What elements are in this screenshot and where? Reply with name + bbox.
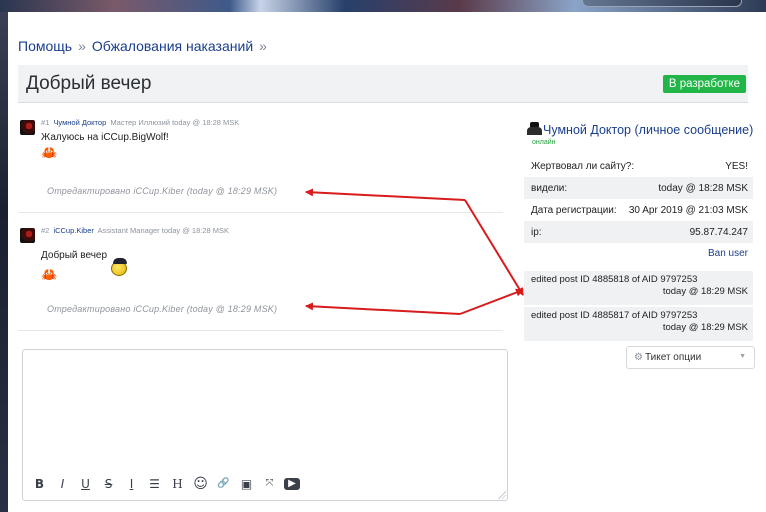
breadcrumb-appeals[interactable]: Обжалования наказаний: [92, 38, 253, 54]
list-icon[interactable]: ☰: [146, 476, 163, 492]
profile-name-link[interactable]: Чумной Доктор: [543, 123, 631, 137]
log-time: today @ 18:29 MSK: [662, 286, 748, 297]
collapse-icon[interactable]: ⤧: [261, 476, 278, 492]
strikethrough-icon[interactable]: S: [100, 476, 117, 492]
breadcrumb: Помощь » Обжалования наказаний »: [18, 38, 273, 54]
ticket-options-select[interactable]: ⚙ Тикет опции ▼: [626, 346, 755, 369]
breadcrumb-help[interactable]: Помощь: [18, 38, 72, 54]
edited-note: Отредактировано iCCup.Kiber (today @ 18:…: [47, 186, 278, 196]
banner-search-box[interactable]: [582, 0, 742, 7]
post-divider: [18, 330, 503, 331]
post-1: #1 Чумной Доктор Мастер Иллюзий today @ …: [18, 118, 503, 208]
ticket-options-label: Тикет опции: [644, 352, 702, 363]
post-time: today @ 18:28 MSK: [172, 118, 240, 127]
info-row-ip: ip: 95.87.74.247: [524, 221, 753, 243]
info-label: Дата регистрации:: [531, 204, 617, 216]
avatar[interactable]: [20, 120, 35, 135]
crab-emoji-icon: 🦀: [41, 145, 58, 160]
reply-editor[interactable]: B I U S I ☰ H ☺ 🔗 ▣ ⤧ ▶: [22, 349, 508, 501]
italic-icon[interactable]: I: [54, 476, 71, 492]
underline-icon[interactable]: U: [77, 476, 94, 492]
image-icon[interactable]: ▣: [238, 476, 255, 492]
editor-toolbar: B I U S I ☰ H ☺ 🔗 ▣ ⤧ ▶: [31, 476, 300, 492]
post-author-link[interactable]: iCCup.Kiber: [53, 226, 93, 235]
chevron-down-icon: ▼: [739, 353, 746, 360]
info-label: Жертвовал ли сайту?:: [531, 160, 635, 172]
post-text: Добрый вечер: [41, 250, 108, 261]
post-author-link[interactable]: Чумной Доктор: [53, 118, 106, 127]
post-text: Жалуюсь на iCCup.BigWolf!: [41, 132, 169, 143]
post-number[interactable]: #2: [41, 226, 49, 235]
post-time: today @ 18:28 MSK: [161, 226, 229, 235]
police-smiley-icon: [111, 258, 127, 276]
plague-doctor-icon: [527, 122, 542, 135]
info-label: видели:: [531, 182, 568, 194]
post-author-rank: Assistant Manager: [97, 226, 160, 235]
info-row-donated: Жертвовал ли сайту?: YES!: [524, 155, 753, 177]
page-title: Добрый вечер: [26, 73, 152, 94]
ban-user-link[interactable]: Ban user: [524, 243, 753, 265]
resize-handle[interactable]: [498, 491, 506, 499]
private-message-link[interactable]: (личное сообщение): [635, 123, 754, 137]
text-format-icon[interactable]: I: [123, 476, 140, 492]
info-value: 30 Apr 2019 @ 21:03 MSK: [628, 204, 748, 216]
breadcrumb-separator: »: [78, 38, 86, 54]
breadcrumb-separator: »: [259, 38, 267, 54]
avatar[interactable]: [20, 228, 35, 243]
post-meta: #1 Чумной Доктор Мастер Иллюзий today @ …: [41, 118, 239, 127]
post-meta: #2 iCCup.Kiber Assistant Manager today @…: [41, 226, 229, 235]
online-status: онлайн: [532, 139, 556, 146]
post-2: #2 iCCup.Kiber Assistant Manager today @…: [18, 226, 503, 326]
title-bar: Добрый вечер В разработке: [18, 65, 748, 103]
header-banner: [0, 0, 766, 12]
info-label: ip:: [531, 226, 542, 238]
log-time: today @ 18:29 MSK: [662, 322, 748, 333]
heading-icon[interactable]: H: [169, 476, 186, 492]
bold-icon[interactable]: B: [31, 476, 48, 492]
left-background-strip: [0, 12, 8, 512]
status-badge: В разработке: [662, 75, 746, 93]
edited-note: Отредактировано iCCup.Kiber (today @ 18:…: [47, 304, 278, 314]
log-entry: edited post ID 4885817 of AID 9797253 to…: [524, 307, 753, 341]
link-icon[interactable]: 🔗: [215, 476, 232, 492]
log-text: edited post ID 4885818 of AID 9797253: [531, 274, 698, 285]
log-entry: edited post ID 4885818 of AID 9797253 to…: [524, 271, 753, 305]
info-value: YES!: [725, 160, 748, 172]
post-number[interactable]: #1: [41, 118, 49, 127]
profile-header: Чумной Доктор (личное сообщение): [527, 122, 756, 137]
crab-emoji-icon: 🦀: [41, 267, 58, 282]
info-value: today @ 18:28 MSK: [658, 182, 748, 194]
info-row-registered: Дата регистрации: 30 Apr 2019 @ 21:03 MSK: [524, 199, 753, 221]
emoji-icon[interactable]: ☺: [192, 476, 209, 492]
info-row-seen: видели: today @ 18:28 MSK: [524, 177, 753, 199]
video-icon[interactable]: ▶: [284, 478, 300, 490]
gear-icon: ⚙: [634, 352, 643, 363]
post-divider: [18, 212, 503, 213]
log-text: edited post ID 4885817 of AID 9797253: [531, 310, 698, 321]
info-value: 95.87.74.247: [689, 226, 748, 238]
post-author-rank: Мастер Иллюзий: [110, 118, 170, 127]
